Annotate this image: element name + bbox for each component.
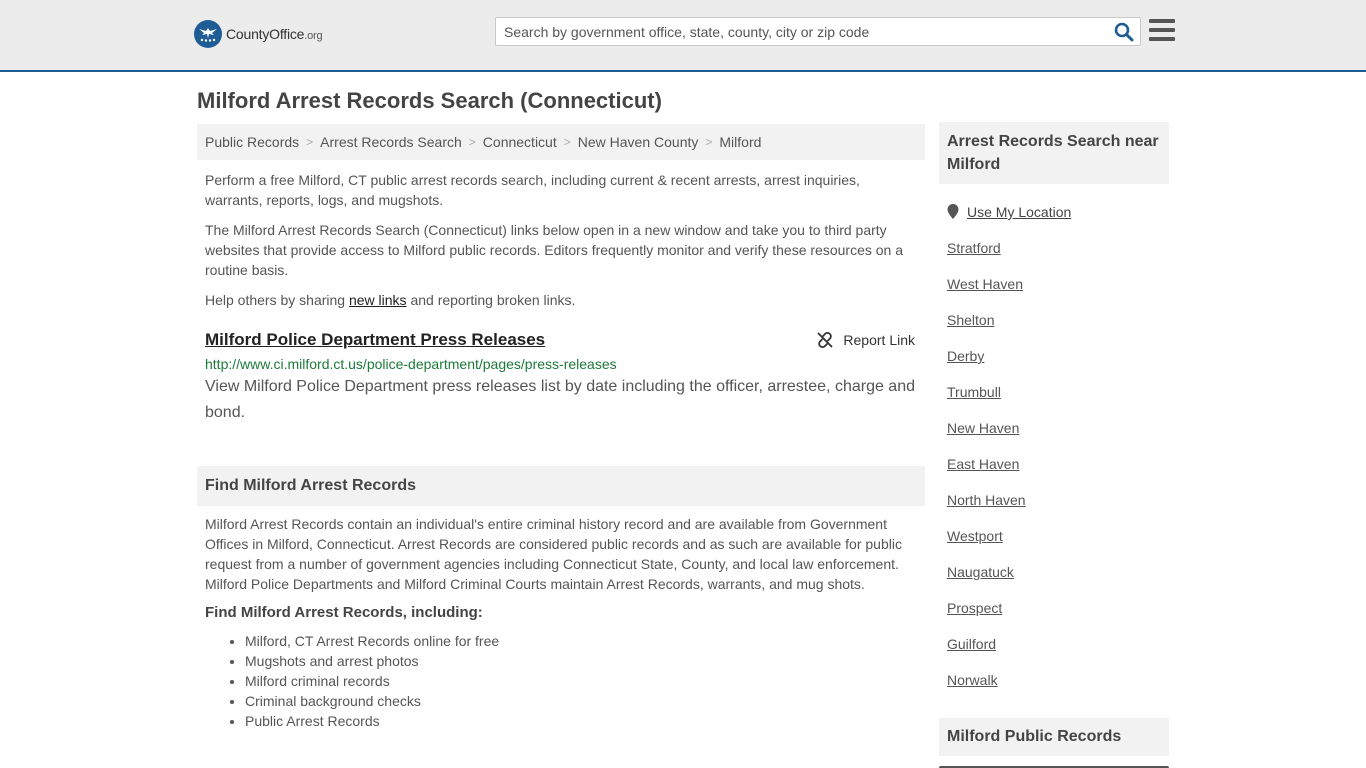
listing-title-link[interactable]: Milford Police Department Press Releases [205,330,545,349]
share-text-after: and reporting broken links. [406,292,576,308]
list-item: Stratford [947,222,1169,258]
list-item: Criminal background checks [245,691,925,711]
breadcrumb-public-records[interactable]: Public Records [205,134,299,150]
sidebar-public-records-heading: Milford Public Records [939,718,1169,756]
breadcrumb-separator-icon: > [563,135,571,149]
list-item: Naugatuck [947,546,1169,582]
list-item: Westport [947,510,1169,546]
list-item: Trumbull [947,366,1169,402]
nearby-city-link[interactable]: Prospect [947,598,1002,618]
list-item: North Haven [947,474,1169,510]
breadcrumb-new-haven-county[interactable]: New Haven County [578,134,699,150]
logo-name: CountyOffice [226,26,305,42]
breadcrumb-connecticut[interactable]: Connecticut [483,134,557,150]
main-content: Public Records > Arrest Records Search >… [197,124,925,731]
nearby-city-link[interactable]: Derby [947,346,984,366]
breadcrumb-separator-icon: > [306,135,314,149]
list-item: West Haven [947,258,1169,294]
logo-text: CountyOffice.org [226,26,323,42]
breadcrumb-separator-icon: > [468,135,476,149]
search-icon[interactable] [1114,22,1134,42]
report-link-label: Report Link [843,332,915,348]
list-item: Prospect [947,582,1169,618]
sidebar: Arrest Records Search near Milford Use M… [939,122,1169,768]
search-input[interactable] [496,18,1106,45]
page-title: Milford Arrest Records Search (Connectic… [197,88,662,113]
intro-text: Perform a free Milford, CT public arrest… [197,170,925,310]
use-my-location-link[interactable]: Use My Location [967,204,1071,220]
nearby-city-link[interactable]: Shelton [947,310,994,330]
nearby-city-link[interactable]: New Haven [947,418,1019,438]
nearby-city-link[interactable]: Stratford [947,238,1001,258]
listing-url-link[interactable]: http://www.ci.milford.ct.us/police-depar… [205,356,917,372]
sidebar-heading: Arrest Records Search near Milford [939,122,1169,184]
list-item: Milford, CT Arrest Records online for fr… [245,631,925,651]
list-item: Public Arrest Records [245,711,925,731]
find-records-body: Milford Arrest Records contain an indivi… [205,516,902,592]
nearby-city-link[interactable]: North Haven [947,490,1026,510]
find-records-list: Milford, CT Arrest Records online for fr… [197,631,925,731]
map-pin-icon [947,204,959,219]
nearby-city-link[interactable]: West Haven [947,274,1023,294]
logo-eagle-icon [194,20,222,48]
site-logo[interactable]: CountyOffice.org [194,20,323,48]
nearby-city-link[interactable]: Naugatuck [947,562,1014,582]
listing-description: View Milford Police Department press rel… [205,378,915,421]
list-item: East Haven [947,438,1169,474]
listing-item: Milford Police Department Press Releases… [197,330,925,426]
list-item: Mugshots and arrest photos [245,651,925,671]
list-item: Shelton [947,294,1169,330]
breadcrumb-arrest-records-search[interactable]: Arrest Records Search [320,134,462,150]
report-link-button[interactable]: Report Link [817,332,915,348]
search-box [495,17,1141,46]
nearby-city-link[interactable]: Guilford [947,634,996,654]
find-records-subheading: Find Milford Arrest Records, including: [205,604,483,621]
new-links-link[interactable]: new links [349,292,407,308]
logo-tld: .org [304,30,323,42]
list-item: Milford criminal records [245,671,925,691]
use-my-location[interactable]: Use My Location [939,202,1169,222]
list-item: Guilford [947,618,1169,654]
site-header: CountyOffice.org [0,0,1366,72]
intro-paragraph-1: Perform a free Milford, CT public arrest… [205,172,860,208]
hamburger-menu-icon[interactable] [1149,19,1175,41]
nearby-city-link[interactable]: Trumbull [947,382,1001,402]
intro-paragraph-3: Help others by sharing new links and rep… [205,290,917,310]
breadcrumb-milford[interactable]: Milford [719,134,761,150]
nearby-cities-list: Stratford West Haven Shelton Derby Trumb… [939,222,1169,690]
list-item: New Haven [947,402,1169,438]
nearby-city-link[interactable]: East Haven [947,454,1019,474]
nearby-city-link[interactable]: Norwalk [947,670,998,690]
intro-paragraph-2: The Milford Arrest Records Search (Conne… [205,222,903,278]
list-item: Derby [947,330,1169,366]
share-text-before: Help others by sharing [205,292,349,308]
breadcrumb: Public Records > Arrest Records Search >… [197,124,925,160]
find-records-heading: Find Milford Arrest Records [197,466,925,506]
nearby-city-link[interactable]: Westport [947,526,1003,546]
list-item: Norwalk [947,654,1169,690]
broken-link-icon [818,332,833,348]
breadcrumb-separator-icon: > [705,135,713,149]
